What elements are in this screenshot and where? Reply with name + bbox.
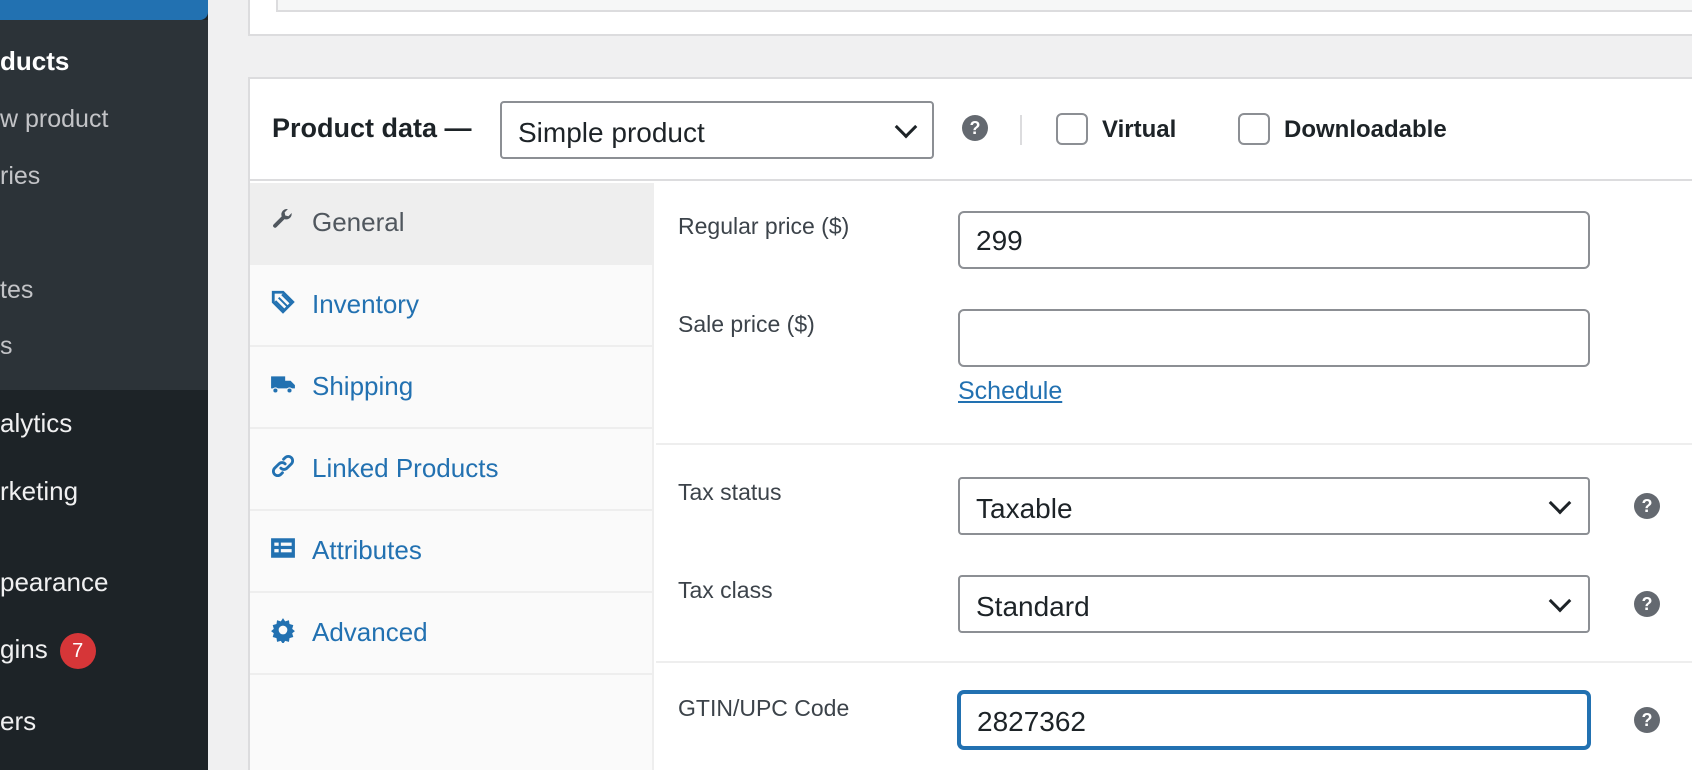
list-card-icon — [271, 538, 295, 558]
tab-inventory-label: Inventory — [312, 289, 419, 319]
tab-linked-products[interactable]: Linked Products — [250, 429, 652, 511]
tax-status-select[interactable]: Taxable — [958, 477, 1590, 535]
sidebar-active-strip — [0, 0, 208, 20]
field-group-separator — [656, 661, 1692, 663]
regular-price-input[interactable]: 299 — [958, 211, 1590, 269]
tab-general[interactable]: General — [250, 183, 652, 265]
sidebar-item-plugins-label: gins — [0, 633, 48, 664]
sidebar-item-marketing[interactable]: rketing — [0, 476, 78, 507]
sidebar-item-add-new-product[interactable]: w product — [0, 105, 108, 134]
tab-general-label: General — [312, 207, 405, 237]
admin-sidebar: ducts w product ries tes s alytics rketi… — [0, 0, 208, 770]
field-group-separator — [656, 443, 1692, 445]
sidebar-item-appearance[interactable]: pearance — [0, 567, 108, 598]
regular-price-label: Regular price ($) — [678, 213, 850, 239]
sale-price-label: Sale price ($) — [678, 311, 815, 337]
tab-shipping[interactable]: Shipping — [250, 347, 652, 429]
product-data-panel: Product data — Simple product ? Virtual … — [248, 77, 1692, 770]
sidebar-item-categories[interactable]: ries — [0, 162, 40, 191]
product-data-tabs: General Inventory Shipping Linked Produc… — [250, 183, 654, 770]
chevron-down-icon — [1548, 491, 1572, 515]
tab-inventory[interactable]: Inventory — [250, 265, 652, 347]
plugins-update-badge: 7 — [59, 633, 96, 669]
sidebar-item-products[interactable]: ducts — [0, 46, 69, 77]
tag-icon — [271, 290, 295, 314]
tab-advanced-label: Advanced — [312, 617, 428, 647]
sale-price-input[interactable] — [958, 309, 1590, 367]
wrench-icon — [273, 209, 292, 228]
product-data-header: Product data — Simple product ? Virtual … — [250, 79, 1692, 181]
chevron-down-icon — [894, 115, 918, 139]
tax-class-help-icon[interactable]: ? — [1634, 591, 1660, 617]
tab-attributes-label: Attributes — [312, 535, 422, 565]
tax-status-value: Taxable — [976, 493, 1073, 524]
sidebar-item-analytics[interactable]: alytics — [0, 408, 72, 439]
product-type-select[interactable]: Simple product — [500, 101, 934, 159]
tab-advanced[interactable]: Advanced — [250, 593, 652, 675]
tab-linked-products-label: Linked Products — [312, 453, 499, 483]
link-icon — [271, 454, 295, 478]
general-fields: Regular price ($) 299 Sale price ($) Sch… — [656, 183, 1692, 770]
truck-icon — [271, 376, 295, 394]
sidebar-item-plugins[interactable]: gins 7 — [0, 633, 96, 669]
gtin-input[interactable]: 2827362 — [958, 691, 1590, 749]
help-icon[interactable]: ? — [962, 115, 988, 141]
virtual-checkbox[interactable] — [1056, 113, 1088, 145]
header-divider — [1020, 115, 1022, 145]
product-data-title: Product data — — [272, 113, 472, 143]
editor-status-bar — [276, 0, 1692, 12]
sidebar-item-users[interactable]: ers — [0, 706, 36, 737]
schedule-link[interactable]: Schedule — [958, 377, 1062, 406]
sidebar-item-reviews[interactable]: s — [0, 332, 13, 361]
sidebar-item-attributes[interactable]: tes — [0, 276, 33, 305]
gtin-label: GTIN/UPC Code — [678, 695, 850, 721]
tax-class-select[interactable]: Standard — [958, 575, 1590, 633]
downloadable-label: Downloadable — [1284, 116, 1447, 143]
product-type-value: Simple product — [518, 117, 705, 148]
tax-status-label: Tax status — [678, 479, 782, 505]
downloadable-checkbox[interactable] — [1238, 113, 1270, 145]
virtual-label: Virtual — [1102, 116, 1177, 143]
tab-attributes[interactable]: Attributes — [250, 511, 652, 593]
gear-icon — [271, 618, 295, 643]
gtin-help-icon[interactable]: ? — [1634, 707, 1660, 733]
tax-status-help-icon[interactable]: ? — [1634, 493, 1660, 519]
tax-class-label: Tax class — [678, 577, 773, 603]
editor-box-bottom — [248, 0, 1692, 36]
tab-shipping-label: Shipping — [312, 371, 414, 401]
chevron-down-icon — [1548, 589, 1572, 613]
tax-class-value: Standard — [976, 591, 1090, 622]
